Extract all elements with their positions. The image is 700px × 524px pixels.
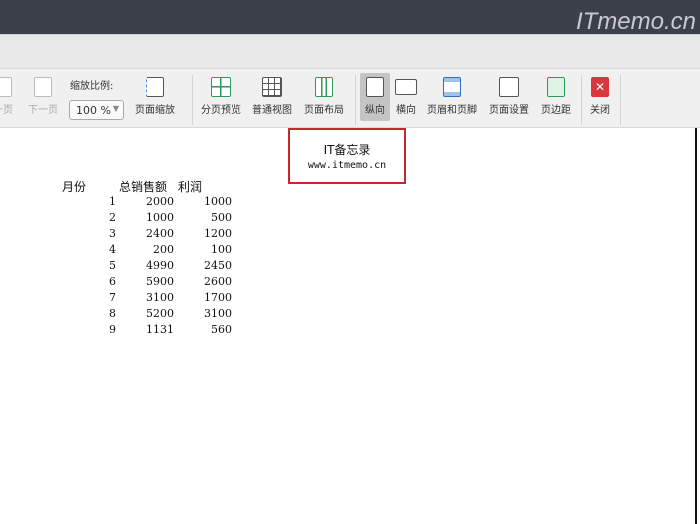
table-cell: 2	[109, 211, 116, 224]
table-cell: 3	[109, 227, 116, 240]
next-page-button[interactable]: 下一页	[25, 73, 61, 121]
table-row: 6 5900 2600	[0, 275, 240, 291]
header-footer-icon	[443, 77, 461, 97]
page-setup-button[interactable]: 页面设置	[485, 73, 533, 121]
table-row: 7 3100 1700	[0, 291, 240, 307]
tab-band	[0, 34, 700, 68]
normal-view-button[interactable]: 普通视图	[249, 73, 295, 121]
table-cell: 4	[109, 243, 116, 256]
next-page-icon	[34, 77, 52, 97]
portrait-button[interactable]: 纵向	[360, 73, 390, 121]
table-cell: 2600	[204, 275, 232, 288]
table-cell: 5900	[146, 275, 174, 288]
table-cell: 2000	[146, 195, 174, 208]
table-cell: 4990	[146, 259, 174, 272]
table-row: 8 5200 3100	[0, 307, 240, 323]
page-layout-button[interactable]: 页面布局	[301, 73, 347, 121]
close-icon: ✕	[591, 77, 609, 97]
grid-icon	[262, 77, 282, 97]
landscape-icon	[395, 79, 417, 95]
page-edge	[695, 128, 697, 524]
table-cell: 5	[109, 259, 116, 272]
landscape-button[interactable]: 横向	[392, 73, 420, 121]
header-footer-button[interactable]: 页眉和页脚	[424, 73, 480, 121]
table-cell: 1700	[204, 291, 232, 304]
column-header-month: 月份	[62, 180, 87, 194]
page-zoom-icon	[146, 77, 164, 97]
table-cell: 100	[211, 243, 232, 256]
prev-page-icon	[0, 77, 12, 97]
margins-icon	[547, 77, 565, 97]
table-cell: 560	[211, 323, 232, 336]
separator	[581, 75, 582, 125]
close-button[interactable]: ✕ 关闭	[586, 73, 614, 121]
table-cell: 5200	[146, 307, 174, 320]
table-row: 4 200 100	[0, 243, 240, 259]
zoom-label: 缩放比例:	[70, 81, 114, 92]
table-row: 3 2400 1200	[0, 227, 240, 243]
table-row: 2 1000 500	[0, 211, 240, 227]
table-cell: 6	[109, 275, 116, 288]
table-cell: 1131	[146, 323, 174, 336]
table-cell: 1200	[204, 227, 232, 240]
table-cell: 7	[109, 291, 116, 304]
chevron-down-icon: ▼	[112, 104, 119, 113]
prev-page-button[interactable]: 一页	[0, 73, 20, 121]
table-cell: 1000	[146, 211, 174, 224]
print-preview-toolbar: 一页 下一页 缩放比例: 100 %▼ 页面缩放 分页预览 普通视图 页面布局 …	[0, 68, 700, 128]
table-cell: 9	[109, 323, 116, 336]
header-url: www.itmemo.cn	[307, 160, 387, 171]
table-cell: 3100	[146, 291, 174, 304]
column-header-profit: 利润	[178, 180, 203, 194]
table-cell: 1	[109, 195, 116, 208]
table-cell: 2450	[204, 259, 232, 272]
title-bar: ITmemo.cn	[0, 0, 700, 35]
column-header-sales: 总销售额	[119, 180, 168, 194]
page-header-box: IT备忘录 www.itmemo.cn	[288, 128, 406, 184]
portrait-icon	[366, 77, 384, 97]
separator	[192, 75, 193, 125]
margins-button[interactable]: 页边距	[537, 73, 575, 121]
separator	[620, 75, 621, 125]
separator	[355, 75, 356, 125]
table-cell: 200	[153, 243, 174, 256]
table-row: 1 2000 1000	[0, 195, 240, 211]
table-cell: 1000	[204, 195, 232, 208]
table-row: 5 4990 2450	[0, 259, 240, 275]
zoom-select[interactable]: 100 % ▼	[69, 100, 124, 120]
header-title: IT备忘录	[323, 143, 371, 157]
page-break-icon	[211, 77, 231, 97]
watermark: ITmemo.cn	[575, 8, 696, 35]
table-cell: 3100	[204, 307, 232, 320]
page-break-preview-button[interactable]: 分页预览	[198, 73, 244, 121]
page-setup-icon	[499, 77, 519, 97]
table-cell: 500	[211, 211, 232, 224]
page-layout-icon	[315, 77, 333, 97]
table-cell: 2400	[146, 227, 174, 240]
table-row: 9 1131 560	[0, 323, 240, 339]
page-zoom-button[interactable]: 页面缩放	[128, 73, 182, 121]
table-cell: 8	[109, 307, 116, 320]
